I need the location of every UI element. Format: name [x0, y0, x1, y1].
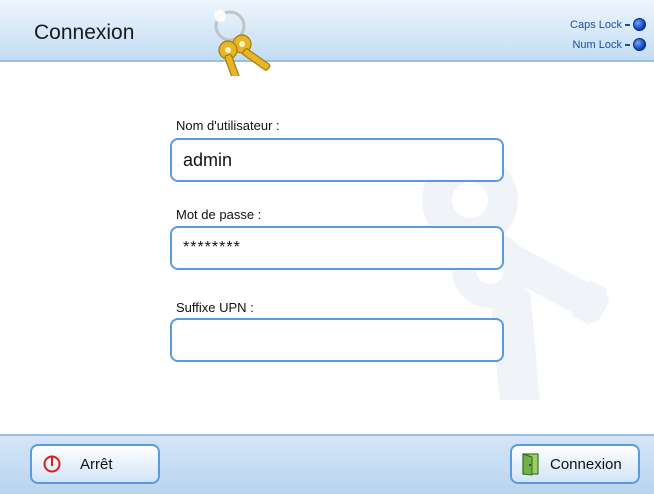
led-indicator-icon: [633, 38, 646, 51]
username-field[interactable]: [170, 138, 504, 182]
page-title: Connexion: [34, 21, 135, 44]
login-button[interactable]: Connexion: [510, 444, 640, 484]
upn-suffix-field[interactable]: [170, 318, 504, 362]
username-label: Nom d'utilisateur :: [176, 118, 280, 133]
num-lock-indicator: Num Lock: [572, 38, 646, 51]
led-indicator-icon: [633, 18, 646, 31]
keys-icon: [214, 10, 271, 76]
password-label: Mot de passe :: [176, 207, 262, 222]
stop-button-label: Arrêt: [80, 455, 113, 473]
caps-lock-indicator: Caps Lock: [570, 18, 646, 31]
indicator-connector: [625, 43, 630, 46]
upn-suffix-label: Suffixe UPN :: [176, 300, 254, 315]
num-lock-label: Num Lock: [572, 38, 622, 51]
login-button-label: Connexion: [550, 455, 622, 473]
indicator-connector: [625, 23, 630, 26]
power-icon: [42, 454, 62, 474]
door-exit-icon: [520, 452, 542, 476]
header-bar: Connexion Caps Lock Num Lock: [0, 0, 654, 76]
stop-button[interactable]: Arrêt: [30, 444, 160, 484]
caps-lock-label: Caps Lock: [570, 18, 622, 31]
password-field[interactable]: [170, 226, 504, 270]
